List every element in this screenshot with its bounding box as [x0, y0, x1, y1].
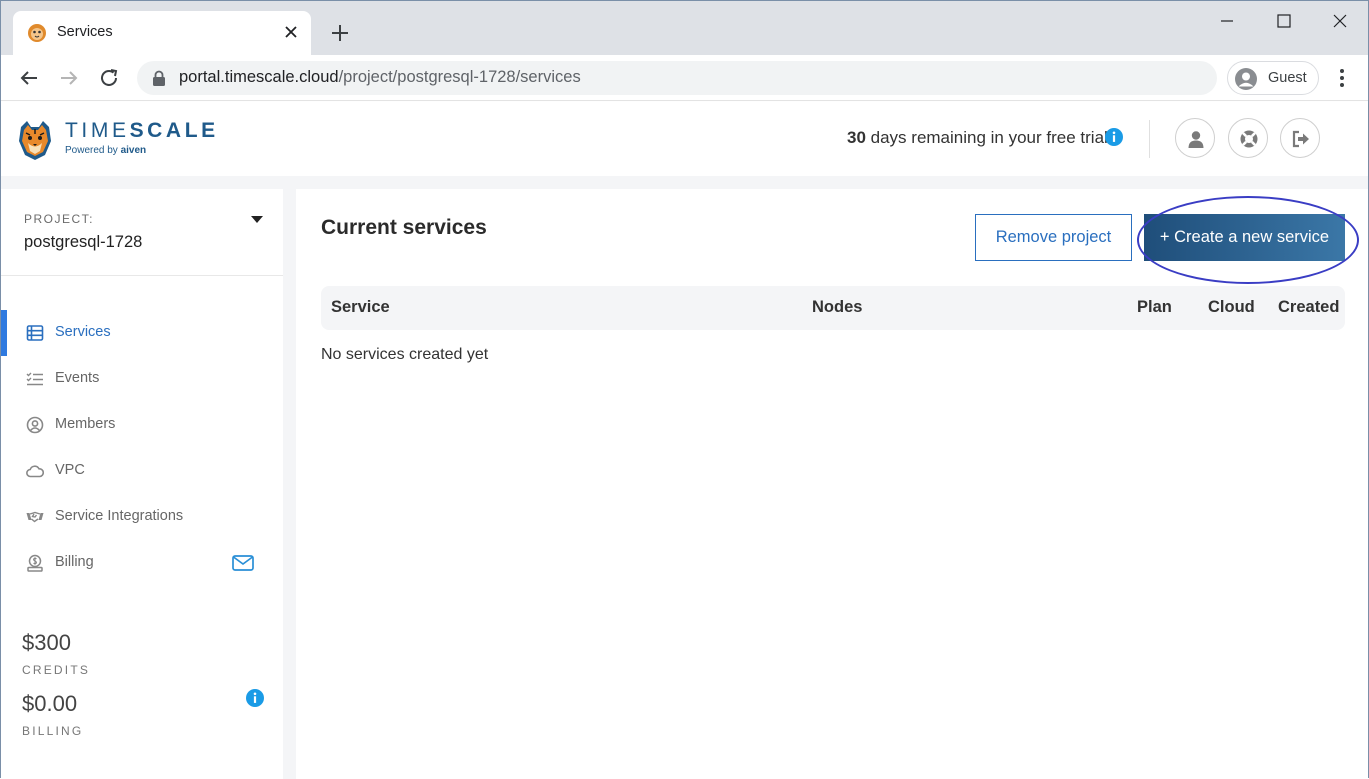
- header-divider: [1149, 120, 1150, 158]
- credits-label: CREDITS: [22, 663, 91, 677]
- sidebar-item-service-integrations[interactable]: Service Integrations: [1, 494, 283, 540]
- profile-button[interactable]: Guest: [1227, 61, 1319, 95]
- column-header-service: Service: [331, 298, 390, 316]
- tab-title: Services: [57, 24, 113, 40]
- url-host: portal.timescale.cloud: [179, 68, 339, 86]
- sidebar-item-members[interactable]: Members: [1, 402, 283, 448]
- user-profile-button[interactable]: [1175, 118, 1215, 158]
- project-selector[interactable]: PROJECT: postgresql-1728: [1, 189, 283, 276]
- members-icon: [26, 416, 44, 434]
- billing-label: BILLING: [22, 724, 84, 738]
- column-header-plan: Plan: [1137, 298, 1172, 316]
- mail-icon[interactable]: [232, 555, 254, 571]
- page-title: Current services: [321, 216, 487, 239]
- browser-menu-icon[interactable]: [1331, 66, 1353, 90]
- sidebar-item-services[interactable]: Services: [1, 310, 283, 356]
- sidebar-item-label: VPC: [55, 462, 85, 478]
- billing-icon: [27, 554, 43, 572]
- logout-button[interactable]: [1280, 118, 1320, 158]
- caret-down-icon[interactable]: [250, 216, 264, 224]
- sidebar-item-label: Billing: [55, 554, 94, 570]
- lock-icon[interactable]: [152, 70, 166, 86]
- sidebar-item-vpc[interactable]: VPC: [1, 448, 283, 494]
- remove-project-button[interactable]: Remove project: [975, 214, 1132, 261]
- trial-text: days remaining in your free trial: [865, 128, 1108, 147]
- logo-text-bold: SCALE: [129, 119, 219, 142]
- support-button[interactable]: [1228, 118, 1268, 158]
- logo-powered-brand: aiven: [120, 145, 147, 156]
- url-text[interactable]: portal.timescale.cloud/project/postgresq…: [179, 68, 581, 87]
- column-header-created: Created: [1278, 298, 1340, 316]
- logo-tagline: Powered by aiven: [65, 145, 146, 156]
- user-icon: [1188, 131, 1204, 148]
- profile-label: Guest: [1268, 70, 1307, 86]
- back-arrow-icon[interactable]: [17, 66, 41, 90]
- sidebar-item-label: Members: [55, 416, 116, 432]
- app-header: TIMESCALE Powered by aiven 30 days remai…: [1, 102, 1368, 176]
- close-tab-icon[interactable]: [281, 22, 301, 42]
- sidebar-item-label: Events: [55, 370, 100, 386]
- info-icon[interactable]: [1105, 128, 1123, 146]
- info-icon[interactable]: [246, 689, 264, 707]
- browser-tab-services[interactable]: Services: [13, 11, 311, 55]
- sidebar-item-label: Service Integrations: [55, 508, 184, 524]
- project-label: PROJECT:: [24, 212, 95, 226]
- tiger-favicon-icon: [28, 24, 46, 42]
- logo-text-light: TIME: [65, 119, 130, 142]
- close-window-icon[interactable]: [1330, 11, 1350, 31]
- create-service-button[interactable]: + Create a new service: [1144, 214, 1345, 261]
- credits-amount: $300: [22, 630, 71, 655]
- services-table-header: Service Nodes Plan Cloud Created: [321, 286, 1345, 330]
- column-header-nodes: Nodes: [812, 298, 863, 316]
- column-header-cloud: Cloud: [1208, 298, 1255, 316]
- browser-toolbar: portal.timescale.cloud/project/postgresq…: [1, 55, 1368, 101]
- sidebar: PROJECT: postgresql-1728 Services Events: [1, 189, 283, 779]
- address-bar[interactable]: portal.timescale.cloud/project/postgresq…: [137, 61, 1217, 95]
- events-icon: [26, 372, 43, 386]
- handshake-icon: [26, 511, 44, 523]
- cloud-icon: [26, 465, 44, 478]
- sidebar-item-billing[interactable]: Billing: [1, 540, 283, 586]
- billing-amount: $0.00: [22, 691, 78, 716]
- main-panel: Current services Remove project + Create…: [296, 189, 1368, 779]
- tiger-logo-icon[interactable]: [15, 117, 55, 161]
- trial-notice: 30 days remaining in your free trial: [847, 128, 1108, 148]
- project-name: postgresql-1728: [24, 233, 143, 251]
- services-icon: [26, 325, 44, 341]
- browser-window: Services portal.timescale.cloud/project/…: [0, 0, 1369, 779]
- logout-icon: [1292, 130, 1309, 148]
- reload-icon[interactable]: [97, 66, 121, 90]
- forward-arrow-icon[interactable]: [57, 66, 81, 90]
- sidebar-item-label: Services: [55, 324, 111, 340]
- trial-days: 30: [847, 128, 866, 147]
- lifebuoy-icon: [1240, 130, 1258, 148]
- sidebar-item-events[interactable]: Events: [1, 356, 283, 402]
- browser-titlebar: Services: [1, 1, 1368, 55]
- logo-powered-by: Powered by: [65, 145, 118, 156]
- url-path: /project/postgresql-1728/services: [338, 68, 581, 86]
- new-tab-icon[interactable]: [329, 22, 351, 44]
- minimize-icon[interactable]: [1217, 11, 1237, 31]
- logo-wordmark[interactable]: TIMESCALE: [65, 119, 219, 143]
- profile-avatar-icon: [1235, 68, 1257, 90]
- empty-state-message: No services created yet: [321, 346, 489, 363]
- maximize-icon[interactable]: [1274, 11, 1294, 31]
